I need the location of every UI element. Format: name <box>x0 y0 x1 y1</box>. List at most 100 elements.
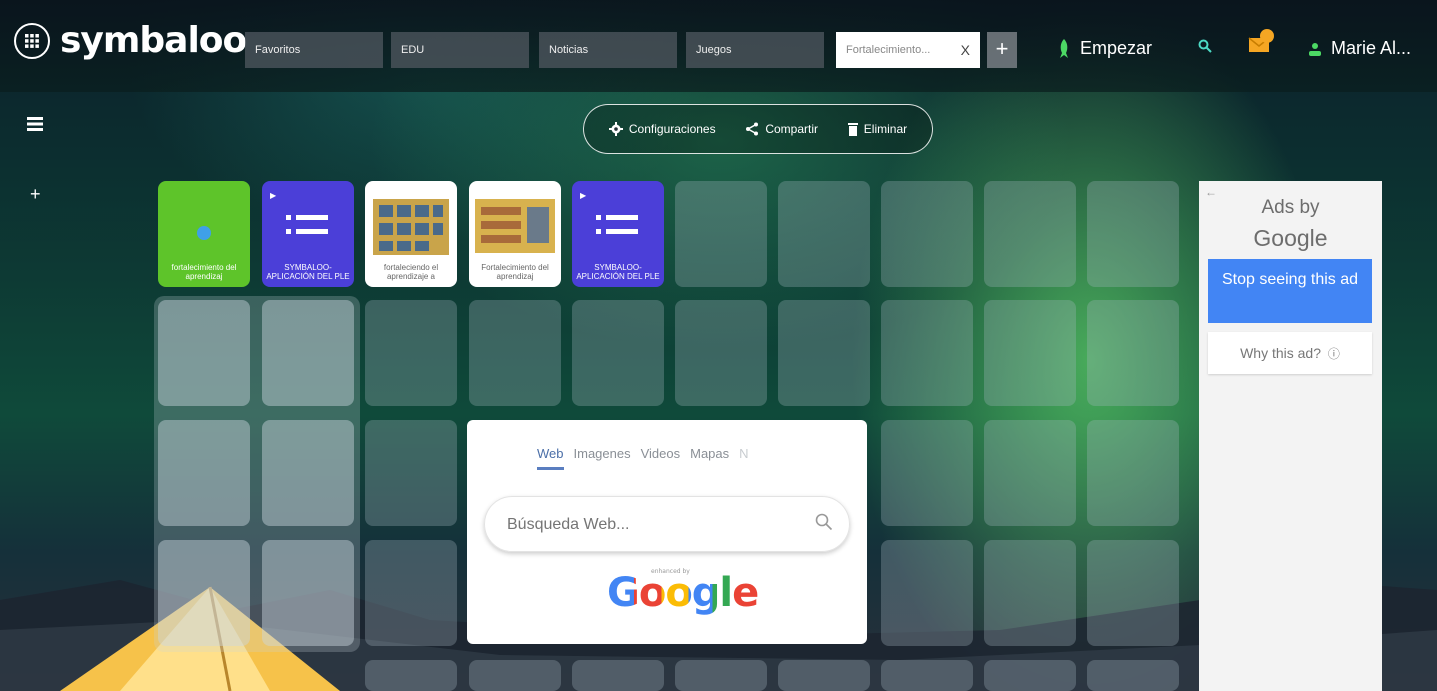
empty-tile[interactable] <box>365 660 457 691</box>
empty-tile[interactable] <box>881 300 973 406</box>
trash-icon <box>847 123 858 136</box>
tile-label: fortalecimiento del aprendizaj <box>171 263 237 281</box>
tab-fortalecimiento[interactable]: Fortalecimiento... X <box>836 32 980 68</box>
top-bar: symbaloo Favoritos EDU Noticias Juegos F… <box>0 0 1437 92</box>
empty-tile[interactable] <box>984 181 1076 287</box>
enhanced-by-label: enhanced by <box>651 568 690 575</box>
google-label: Google <box>1253 225 1328 251</box>
tab-imagenes[interactable]: Imagenes <box>574 446 631 470</box>
empty-tile[interactable] <box>881 540 973 646</box>
delete-label: Eliminar <box>863 122 908 136</box>
add-tab-button[interactable]: + <box>987 32 1017 68</box>
logo-area: symbaloo <box>14 20 247 61</box>
mail-notification-icon <box>1248 29 1274 52</box>
empty-tile[interactable] <box>778 181 870 287</box>
notifications-button[interactable] <box>1247 28 1275 61</box>
tab-label: EDU <box>401 44 425 56</box>
empty-tile[interactable] <box>262 540 354 646</box>
empty-tile[interactable] <box>881 181 973 287</box>
empty-tile[interactable] <box>365 540 457 646</box>
tile-label: SYMBALOO- APLICACIÓN DEL PLE <box>576 263 660 281</box>
empty-tile[interactable] <box>1087 181 1179 287</box>
empty-tile[interactable] <box>675 300 767 406</box>
empty-tile[interactable] <box>984 300 1076 406</box>
webmix-toolbar: Configuraciones Compartir Eliminar <box>583 104 933 154</box>
empty-tile[interactable] <box>778 660 870 691</box>
tile-fortaleciendo[interactable]: fortaleciendo el aprendizaje a <box>365 181 457 287</box>
tab-more[interactable]: N <box>739 446 748 470</box>
share-button[interactable]: Compartir <box>745 122 818 136</box>
empty-tile[interactable] <box>1087 540 1179 646</box>
tab-web[interactable]: Web <box>537 446 564 470</box>
empty-tile[interactable] <box>572 660 664 691</box>
search-icon[interactable] <box>815 513 833 531</box>
why-this-ad-button[interactable]: Why this ad? ⓘ <box>1208 332 1372 374</box>
add-webmix-button[interactable]: + <box>30 184 41 205</box>
web-search-box <box>484 496 850 552</box>
web-search-input[interactable] <box>505 511 809 539</box>
empty-tile[interactable] <box>469 660 561 691</box>
tile-symbaloo-ple-1[interactable]: ▶ SYMBALOO- APLICACIÓN DEL PLE <box>262 181 354 287</box>
empty-tile[interactable] <box>675 181 767 287</box>
empty-tile[interactable] <box>984 660 1076 691</box>
list-icon <box>27 117 43 131</box>
empty-tile[interactable] <box>1087 420 1179 526</box>
empty-tile[interactable] <box>984 420 1076 526</box>
empty-tile[interactable] <box>778 300 870 406</box>
search-button[interactable] <box>1198 39 1212 58</box>
empty-tile[interactable] <box>1087 660 1179 691</box>
empty-tile[interactable] <box>881 420 973 526</box>
tab-mapas[interactable]: Mapas <box>690 446 729 470</box>
delete-button[interactable]: Eliminar <box>847 122 908 136</box>
start-label: Empezar <box>1080 38 1153 58</box>
search-type-tabs: Web Imagenes Videos Mapas N <box>537 446 749 470</box>
tile-fortalecimiento[interactable]: fortalecimiento del aprendizaj <box>158 181 250 287</box>
tab-juegos[interactable]: Juegos <box>686 32 824 68</box>
empty-tile[interactable] <box>158 540 250 646</box>
tab-edu[interactable]: EDU <box>391 32 529 68</box>
share-label: Compartir <box>765 122 819 136</box>
thumbnail-image <box>475 199 555 253</box>
stop-seeing-ad-button[interactable]: Stop seeing this ad <box>1208 259 1372 323</box>
tab-label: Juegos <box>696 44 732 56</box>
info-icon: ⓘ <box>1327 347 1340 361</box>
empty-tile[interactable] <box>365 300 457 406</box>
ads-by-label: Ads by <box>1261 197 1320 218</box>
play-icon: ▶ <box>270 191 277 200</box>
tab-label: Noticias <box>549 44 589 56</box>
empty-tile[interactable] <box>572 300 664 406</box>
google-search-widget: Web Imagenes Videos Mapas N enhanced by … <box>467 420 867 644</box>
tab-favoritos[interactable]: Favoritos <box>245 32 383 68</box>
empty-tile[interactable] <box>675 660 767 691</box>
symbaloo-logo[interactable]: symbaloo <box>60 20 247 61</box>
empty-tile[interactable] <box>1087 300 1179 406</box>
search-icon <box>1198 39 1212 53</box>
settings-button[interactable]: Configuraciones <box>608 122 716 136</box>
tile-label: Fortalecimiento del aprendizaj <box>481 263 549 281</box>
tile-fortalecimiento-2[interactable]: Fortalecimiento del aprendizaj <box>469 181 561 287</box>
tile-symbaloo-ple-2[interactable]: ▶ SYMBALOO- APLICACIÓN DEL PLE <box>572 181 664 287</box>
ad-panel: ← Ads by Google Stop seeing this ad Why … <box>1199 181 1382 691</box>
tab-label: Favoritos <box>255 44 301 56</box>
empty-tile[interactable] <box>262 300 354 406</box>
empty-tile[interactable] <box>469 300 561 406</box>
user-icon <box>1309 42 1321 56</box>
apps-grid-button[interactable] <box>14 22 50 59</box>
tab-videos[interactable]: Videos <box>641 446 681 470</box>
empty-tile[interactable] <box>984 540 1076 646</box>
start-button[interactable]: Empezar <box>1058 38 1152 59</box>
empty-tile[interactable] <box>365 420 457 526</box>
empty-tile[interactable] <box>262 420 354 526</box>
list-bullets-icon <box>286 215 328 234</box>
empty-tile[interactable] <box>158 420 250 526</box>
list-view-button[interactable] <box>27 117 43 136</box>
tab-label: Fortalecimiento... <box>846 44 931 56</box>
tile-label: SYMBALOO- APLICACIÓN DEL PLE <box>266 263 350 281</box>
empty-tile[interactable] <box>158 300 250 406</box>
play-icon: ▶ <box>580 191 587 200</box>
close-tab-icon[interactable]: X <box>961 32 970 68</box>
empty-tile[interactable] <box>881 660 973 691</box>
user-menu[interactable]: Marie Al... <box>1309 38 1411 59</box>
gear-icon <box>608 122 623 136</box>
tab-noticias[interactable]: Noticias <box>539 32 677 68</box>
